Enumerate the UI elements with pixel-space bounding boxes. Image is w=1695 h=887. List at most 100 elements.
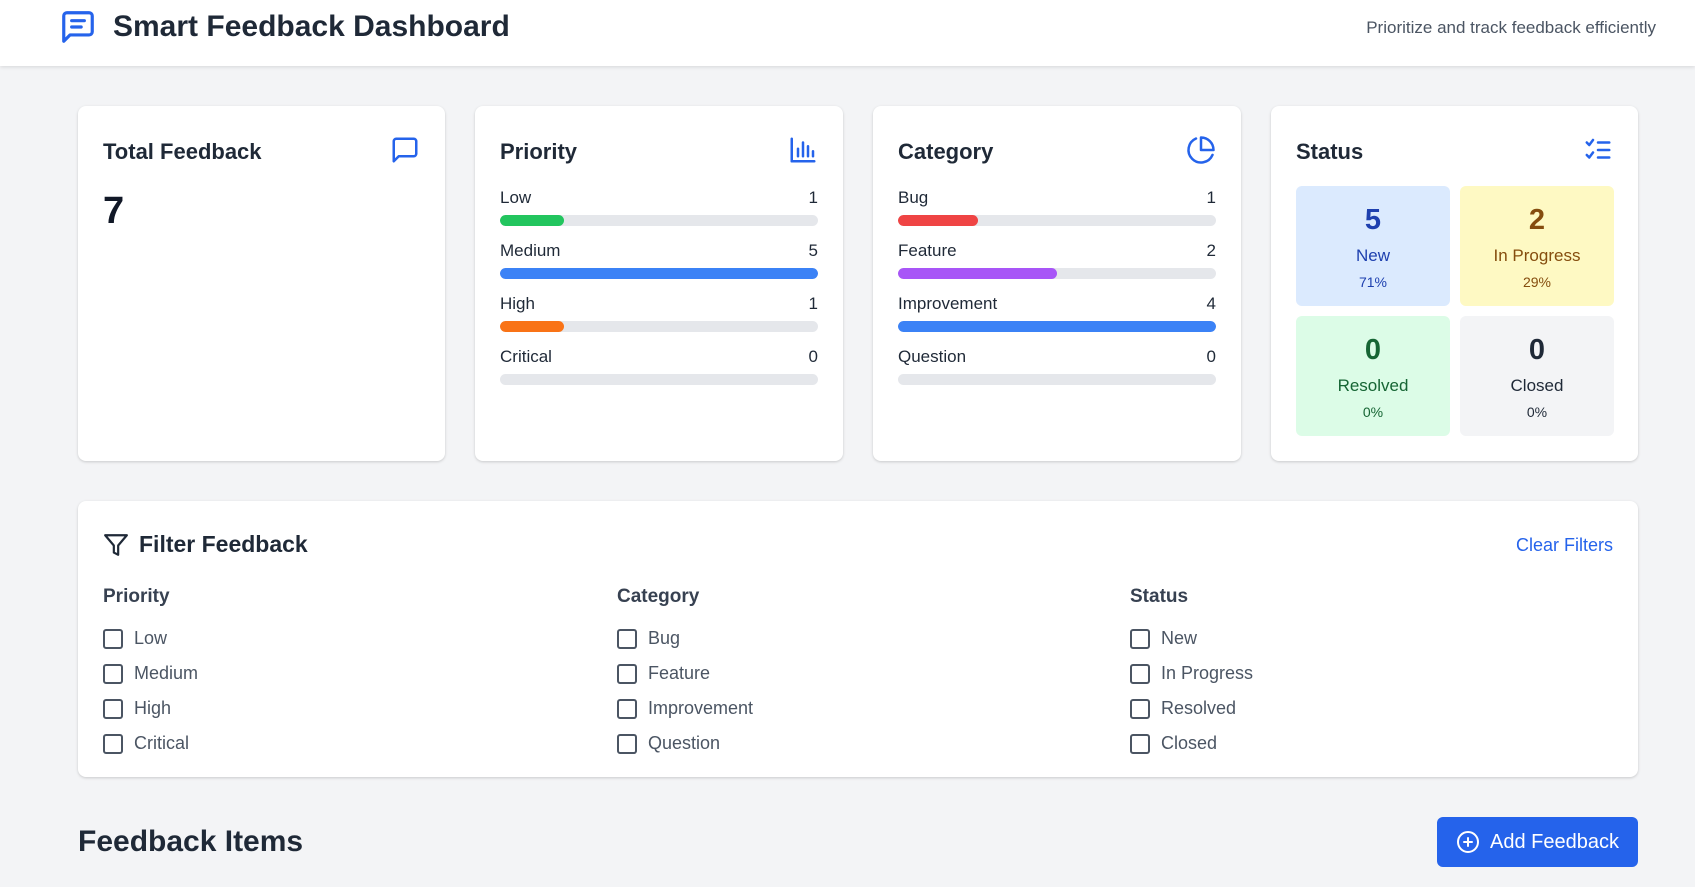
category-bars: Bug 1 Feature 2 Improvement 4 Question 0 — [898, 188, 1216, 400]
filter-option-label: New — [1161, 628, 1198, 648]
status-value: 0 — [1528, 334, 1546, 366]
status-label: Resolved — [1337, 376, 1409, 395]
category-bar-track — [898, 374, 1216, 385]
priority-count: 0 — [808, 347, 818, 366]
category-label: Bug — [898, 188, 929, 207]
priority-card: Priority Low 1 Medium 5 High 1 Critical … — [475, 106, 843, 461]
clear-filters-link[interactable]: Clear Filters — [1516, 535, 1613, 556]
category-card: Category Bug 1 Feature 2 Improvement 4 Q… — [873, 106, 1241, 461]
status-percent: 0% — [1362, 404, 1384, 420]
total-feedback-title: Total Feedback — [103, 139, 262, 164]
checkbox[interactable] — [1130, 698, 1150, 719]
checkbox[interactable] — [103, 698, 123, 719]
checkbox[interactable] — [617, 628, 637, 649]
status-label: Closed — [1510, 376, 1564, 395]
top-bar: Smart Feedback Dashboard Prioritize and … — [0, 0, 1695, 66]
checkbox[interactable] — [103, 733, 123, 754]
status-percent: 29% — [1522, 274, 1552, 290]
status-label: In Progress — [1493, 246, 1581, 265]
category-bar-track — [898, 268, 1216, 279]
plus-circle-icon — [1457, 831, 1479, 853]
category-title: Category — [898, 139, 994, 164]
priority-bar-track — [500, 215, 818, 226]
priority-label: Low — [500, 188, 532, 207]
status-label: New — [1355, 246, 1390, 265]
filter-option-label: Feature — [648, 663, 711, 683]
filter-option-question[interactable]: Question — [617, 726, 1077, 761]
priority-bar-track — [500, 374, 818, 385]
status-tile-new: 5 New 71% — [1296, 186, 1450, 306]
priority-label: Medium — [500, 241, 561, 260]
priority-row-low: Low 1 — [500, 188, 818, 241]
add-feedback-button[interactable]: Add Feedback — [1437, 817, 1638, 867]
filter-option-label: Improvement — [648, 698, 754, 718]
filter-option-label: High — [134, 698, 172, 718]
filter-option-critical[interactable]: Critical — [103, 726, 563, 761]
category-label: Improvement — [898, 294, 998, 313]
priority-label: Critical — [500, 347, 552, 366]
filter-option-medium[interactable]: Medium — [103, 656, 563, 691]
add-feedback-label: Add Feedback — [1490, 830, 1619, 853]
filter-group-priority: Priority Low Medium High Critical — [103, 586, 563, 761]
status-card: Status 5 New 71% 2 In Progress 29% 0 Res… — [1271, 106, 1638, 461]
filter-icon — [104, 533, 128, 556]
filter-group-title: Status — [1130, 586, 1189, 607]
filter-option-label: Critical — [134, 733, 190, 753]
total-feedback-value: 7 — [103, 190, 125, 232]
category-count: 0 — [1206, 347, 1216, 366]
category-count: 2 — [1206, 241, 1216, 260]
filter-option-label: Resolved — [1161, 698, 1237, 718]
category-label: Question — [898, 347, 967, 366]
checkbox[interactable] — [617, 733, 637, 754]
filter-option-improvement[interactable]: Improvement — [617, 691, 1077, 726]
filter-option-bug[interactable]: Bug — [617, 621, 1077, 656]
checkbox[interactable] — [1130, 628, 1150, 649]
category-bar-fill — [898, 321, 1216, 332]
list-checks-icon — [1585, 138, 1611, 159]
filter-group-category: Category Bug Feature Improvement Questio… — [617, 586, 1077, 761]
filter-option-feature[interactable]: Feature — [617, 656, 1077, 691]
checkbox[interactable] — [617, 663, 637, 684]
filter-option-in-progress[interactable]: In Progress — [1130, 656, 1590, 691]
app-tagline: Prioritize and track feedback efficientl… — [1366, 18, 1656, 37]
status-tile-resolved: 0 Resolved 0% — [1296, 316, 1450, 436]
priority-row-high: High 1 — [500, 294, 818, 347]
feedback-items-title: Feedback Items — [78, 825, 304, 858]
priority-bar-fill — [500, 215, 564, 226]
priority-row-critical: Critical 0 — [500, 347, 818, 400]
filter-option-new[interactable]: New — [1130, 621, 1590, 656]
filter-option-label: Low — [134, 628, 168, 648]
category-row-question: Question 0 — [898, 347, 1216, 400]
category-label: Feature — [898, 241, 957, 260]
app-title: Smart Feedback Dashboard — [113, 10, 510, 43]
priority-count: 1 — [808, 188, 818, 207]
status-percent: 0% — [1526, 404, 1548, 420]
category-bar-fill — [898, 268, 1057, 279]
filter-header: Filter Feedback — [103, 531, 308, 558]
pie-chart-icon — [1187, 136, 1215, 164]
bar-chart-icon — [790, 137, 816, 163]
category-bar-fill — [898, 215, 978, 226]
status-tile-in-progress: 2 In Progress 29% — [1460, 186, 1614, 306]
priority-bars: Low 1 Medium 5 High 1 Critical 0 — [500, 188, 818, 400]
filter-option-label: Medium — [134, 663, 199, 683]
filter-option-closed[interactable]: Closed — [1130, 726, 1590, 761]
status-value: 2 — [1528, 204, 1546, 236]
category-row-improvement: Improvement 4 — [898, 294, 1216, 347]
filter-group-title: Category — [617, 586, 700, 607]
category-count: 4 — [1206, 294, 1216, 313]
checkbox[interactable] — [1130, 733, 1150, 754]
filter-group-title: Priority — [103, 586, 170, 607]
checkbox[interactable] — [617, 698, 637, 719]
checkbox[interactable] — [103, 628, 123, 649]
checkbox[interactable] — [103, 663, 123, 684]
filter-card: Filter Feedback Clear Filters Priority L… — [78, 501, 1638, 777]
filter-option-high[interactable]: High — [103, 691, 563, 726]
priority-title: Priority — [500, 139, 578, 164]
total-feedback-card: Total Feedback 7 — [78, 106, 445, 461]
checkbox[interactable] — [1130, 663, 1150, 684]
filter-group-status: Status New In Progress Resolved Closed — [1130, 586, 1590, 761]
filter-option-low[interactable]: Low — [103, 621, 563, 656]
filter-option-resolved[interactable]: Resolved — [1130, 691, 1590, 726]
priority-bar-track — [500, 268, 818, 279]
